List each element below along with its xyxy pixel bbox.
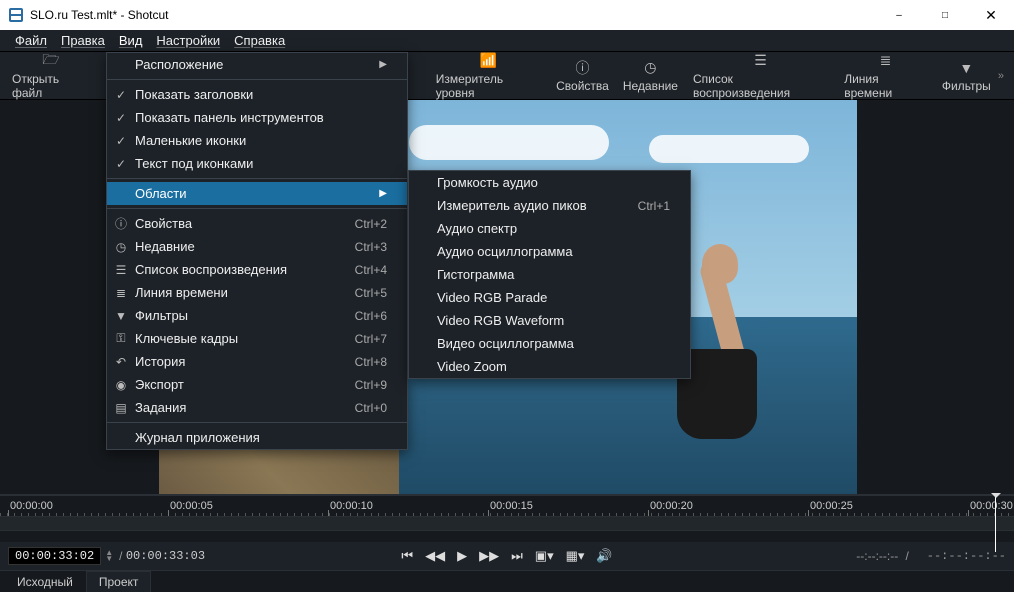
- timeline-icon: ≣: [107, 286, 135, 300]
- play-button[interactable]: ▶: [457, 548, 467, 564]
- menu-file[interactable]: Файл: [8, 31, 54, 50]
- window-title: SLO.ru Test.mlt* - Shotcut: [30, 8, 169, 22]
- view-menu-keyframes[interactable]: ⚿Ключевые кадрыCtrl+7: [107, 327, 407, 350]
- timeline: 00:00:00 00:00:05 00:00:10 00:00:15 00:0…: [0, 494, 1014, 542]
- areas-menu-video-rgb-parade[interactable]: Video RGB Parade: [409, 286, 690, 309]
- info-icon: ⓘ: [575, 59, 589, 77]
- areas-menu-histogram[interactable]: Гистограмма: [409, 263, 690, 286]
- jobs-icon: ▤: [107, 401, 135, 415]
- view-menu-export[interactable]: ◉ЭкспортCtrl+9: [107, 373, 407, 396]
- timeline-track[interactable]: [0, 517, 1014, 531]
- fast-forward-button[interactable]: ▶▶: [479, 548, 499, 564]
- check-icon: ✓: [107, 157, 135, 171]
- view-menu-layout[interactable]: Расположение▶: [107, 53, 407, 76]
- volume-button[interactable]: 🔊: [596, 548, 612, 564]
- clock-icon: ◷: [107, 240, 135, 254]
- close-button[interactable]: ✕: [968, 0, 1014, 30]
- areas-menu-audio-volume[interactable]: Громкость аудио: [409, 171, 690, 194]
- timeline-icon: ≣: [880, 52, 892, 70]
- view-menu-jobs[interactable]: ▤ЗаданияCtrl+0: [107, 396, 407, 419]
- areas-menu-audio-peak-meter[interactable]: Измеритель аудио пиковCtrl+1: [409, 194, 690, 217]
- areas-menu-audio-spectrum[interactable]: Аудио спектр: [409, 217, 690, 240]
- view-menu-show-titles[interactable]: ✓Показать заголовки: [107, 83, 407, 106]
- toolbar-overflow[interactable]: »: [998, 70, 1010, 82]
- info-icon: ⓘ: [107, 215, 135, 232]
- minimize-button[interactable]: –: [876, 0, 922, 30]
- rewind-button[interactable]: ◀◀: [425, 548, 445, 564]
- check-icon: ✓: [107, 111, 135, 125]
- key-icon: ⚿: [107, 331, 135, 346]
- tab-project[interactable]: Проект: [86, 571, 152, 592]
- bottom-tabs: Исходный Проект: [0, 570, 1014, 592]
- toolbar-open-file[interactable]: 🗁Открыть файл: [4, 50, 98, 102]
- folder-icon: 🗁: [42, 52, 59, 70]
- titlebar: SLO.ru Test.mlt* - Shotcut – □ ✕: [0, 0, 1014, 30]
- skip-start-button[interactable]: ⏮: [401, 548, 413, 564]
- meter-icon: 📶: [480, 52, 497, 70]
- playhead[interactable]: [995, 494, 996, 552]
- toolbar-level-meter[interactable]: 📶Измеритель уровня: [428, 50, 549, 102]
- view-menu-playlist[interactable]: ☰Список воспроизведенияCtrl+4: [107, 258, 407, 281]
- view-menu-app-log[interactable]: Журнал приложения: [107, 426, 407, 449]
- view-menu-areas[interactable]: Области▶: [107, 182, 407, 205]
- current-timecode[interactable]: 00:00:33:02: [8, 547, 101, 565]
- skip-end-button[interactable]: ⏭: [511, 548, 523, 564]
- timeline-ruler[interactable]: 00:00:00 00:00:05 00:00:10 00:00:15 00:0…: [0, 495, 1014, 517]
- areas-menu-video-zoom[interactable]: Video Zoom: [409, 355, 690, 378]
- view-menu-dropdown: Расположение▶ ✓Показать заголовки✓Показат…: [106, 52, 408, 450]
- clock-icon: ◷: [644, 59, 656, 77]
- view-menu-properties[interactable]: ⓘСвойстваCtrl+2: [107, 212, 407, 235]
- funnel-icon: ▼: [959, 59, 973, 77]
- menu-settings[interactable]: Настройки: [149, 31, 227, 50]
- check-icon: ✓: [107, 88, 135, 102]
- transport-bar: 00:00:33:02 ▲▼ / 00:00:33:03 ⏮ ◀◀ ▶ ▶▶ ⏭…: [0, 542, 1014, 570]
- grid-button[interactable]: ▦▾: [566, 548, 585, 564]
- maximize-button[interactable]: □: [922, 0, 968, 30]
- view-menu-small-icons[interactable]: ✓Маленькие иконки: [107, 129, 407, 152]
- list-icon: ☰: [107, 263, 135, 277]
- view-menu-history[interactable]: ↶ИсторияCtrl+8: [107, 350, 407, 373]
- areas-submenu: Громкость аудиоИзмеритель аудио пиковCtr…: [408, 170, 691, 379]
- areas-menu-audio-waveform[interactable]: Аудио осциллограмма: [409, 240, 690, 263]
- areas-menu-video-rgb-waveform[interactable]: Video RGB Waveform: [409, 309, 690, 332]
- toolbar-properties[interactable]: ⓘСвойства: [549, 57, 616, 95]
- duration-timecode: 00:00:33:03: [126, 549, 205, 563]
- toolbar-filters[interactable]: ▼Фильтры: [935, 57, 998, 95]
- toolbar-playlist[interactable]: ☰Список воспроизведения: [685, 50, 836, 102]
- areas-menu-video-waveform[interactable]: Видео осциллограмма: [409, 332, 690, 355]
- list-icon: ☰: [754, 52, 767, 70]
- disc-icon: ◉: [107, 378, 135, 392]
- menu-view[interactable]: Вид: [112, 31, 150, 50]
- view-menu-text-under-icons[interactable]: ✓Текст под иконками: [107, 152, 407, 175]
- menu-edit[interactable]: Правка: [54, 31, 112, 50]
- app-icon: [8, 7, 24, 23]
- toolbar-timeline[interactable]: ≣Линия времени: [836, 50, 935, 102]
- toolbar-recent[interactable]: ◷Недавние: [616, 57, 685, 95]
- in-point-timecode: --:--:--:-- /: [856, 549, 909, 564]
- tab-source[interactable]: Исходный: [4, 571, 86, 592]
- menu-help[interactable]: Справка: [227, 31, 292, 50]
- view-menu-recent[interactable]: ◷НедавниеCtrl+3: [107, 235, 407, 258]
- history-icon: ↶: [107, 355, 135, 369]
- view-menu-show-toolbar[interactable]: ✓Показать панель инструментов: [107, 106, 407, 129]
- view-menu-filters[interactable]: ▼ФильтрыCtrl+6: [107, 304, 407, 327]
- timecode-spinner[interactable]: ▲▼: [105, 550, 113, 562]
- view-menu-timeline[interactable]: ≣Линия времениCtrl+5: [107, 281, 407, 304]
- funnel-icon: ▼: [107, 309, 135, 323]
- zoom-fit-button[interactable]: ▣▾: [535, 548, 554, 564]
- check-icon: ✓: [107, 134, 135, 148]
